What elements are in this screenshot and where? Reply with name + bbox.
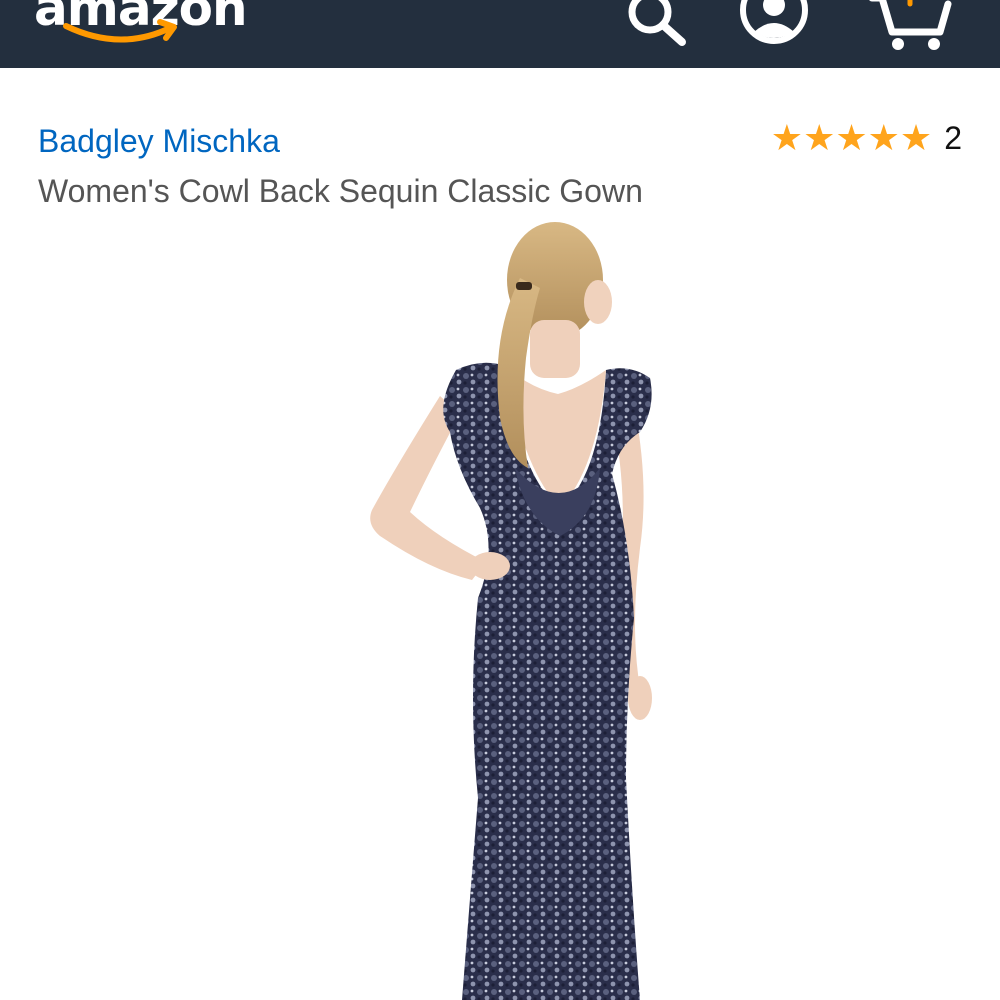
amazon-smile-icon (63, 19, 177, 43)
rating-summary[interactable]: ★ ★ ★ ★ ★ 2 (771, 118, 962, 158)
brand-link[interactable]: Badgley Mischka (38, 122, 280, 160)
top-nav-bar: amazon (0, 0, 1000, 68)
search-icon[interactable] (620, 0, 690, 48)
star-icon: ★ (770, 117, 804, 158)
star-rating: ★ ★ ★ ★ ★ (771, 118, 932, 158)
cart-icon[interactable] (868, 0, 952, 52)
star-icon: ★ (803, 117, 836, 158)
star-icon: ★ (899, 117, 933, 158)
product-title: Women's Cowl Back Sequin Classic Gown (38, 173, 643, 209)
product-content: Badgley Mischka Women's Cowl Back Sequin… (0, 68, 1000, 1000)
account-icon[interactable] (738, 0, 810, 50)
product-image[interactable] (0, 218, 1000, 1000)
star-icon: ★ (867, 117, 900, 158)
review-count: 2 (944, 120, 962, 156)
product-page: amazon Badgley Mischka Women's Cowl Back… (0, 0, 1000, 1000)
star-icon: ★ (835, 117, 868, 158)
